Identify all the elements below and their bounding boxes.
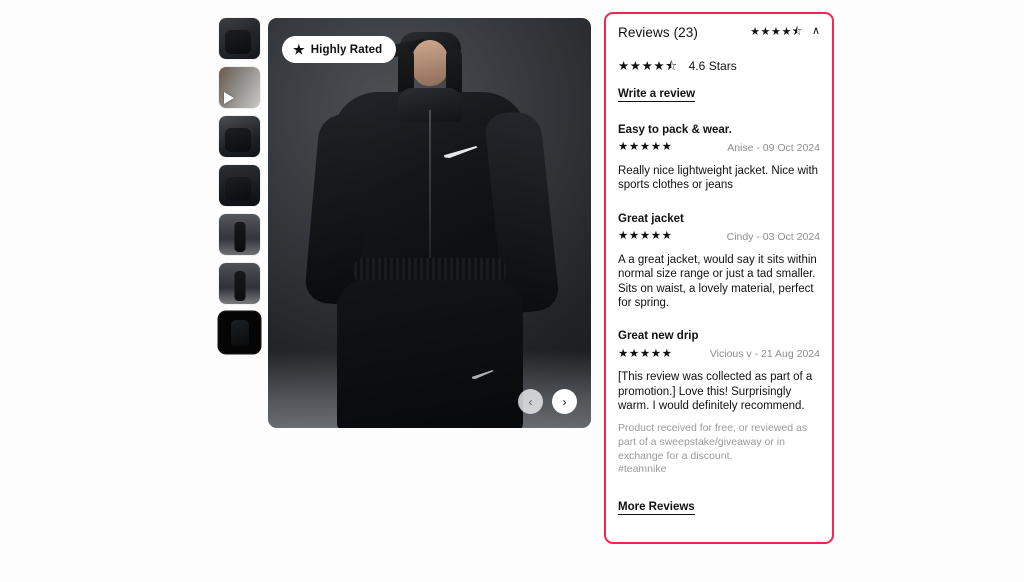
product-page: ★ Highly Rated ‹ › Reviews (23) ★★★★⯪ ∧ … <box>0 0 1024 582</box>
model-head <box>410 40 449 86</box>
review-item: Great new drip ★★★★★ Vicious v - 21 Aug … <box>618 330 820 477</box>
summary-stars: ★★★★⯪ <box>618 58 678 73</box>
jacket-zipper <box>428 110 431 280</box>
gallery-next-button[interactable]: › <box>552 389 577 414</box>
more-reviews-link[interactable]: More Reviews <box>618 501 695 515</box>
review-author-date: Cindy - 03 Oct 2024 <box>726 230 820 243</box>
thumbnail-7-selected[interactable] <box>219 312 260 353</box>
review-heading: Great jacket <box>618 212 684 225</box>
reviews-panel: Reviews (23) ★★★★⯪ ∧ ★★★★⯪ 4.6 Stars Wri… <box>604 12 834 544</box>
thumbnail-4[interactable] <box>219 165 260 206</box>
write-a-review-link[interactable]: Write a review <box>618 88 696 102</box>
star-icon: ★ <box>293 42 305 57</box>
thumbnail-strip <box>219 18 260 428</box>
review-meta: ★★★★★ Cindy - 03 Oct 2024 <box>618 230 820 243</box>
reviews-header[interactable]: Reviews (23) ★★★★⯪ ∧ <box>618 25 820 40</box>
reviews-title: Reviews (23) <box>618 25 698 40</box>
review-hashtag: #teamnike <box>618 463 667 476</box>
thumbnail-5[interactable] <box>219 214 260 255</box>
review-body: [This review was collected as part of a … <box>618 371 813 412</box>
gallery-nav: ‹ › <box>518 389 577 414</box>
thumbnail-4-art <box>224 176 251 201</box>
review-disclaimer: Product received for free, or reviewed a… <box>618 422 808 462</box>
thumbnail-1-art <box>224 29 251 54</box>
review-item: Easy to pack & wear. ★★★★★ Anise - 09 Oc… <box>618 124 820 193</box>
review-item: Great jacket ★★★★★ Cindy - 03 Oct 2024 A… <box>618 213 820 311</box>
thumbnail-6[interactable] <box>219 263 260 304</box>
thumbnail-1[interactable] <box>219 18 260 59</box>
product-gallery: ★ Highly Rated ‹ › <box>219 18 591 428</box>
review-meta: ★★★★★ Vicious v - 21 Aug 2024 <box>618 348 820 360</box>
reviews-header-right: ★★★★⯪ ∧ <box>750 26 820 38</box>
review-author-date: Anise - 09 Oct 2024 <box>727 142 820 154</box>
model-pants <box>336 280 523 428</box>
review-meta: ★★★★★ Anise - 09 Oct 2024 <box>618 142 820 154</box>
review-heading: Great new drip <box>618 330 699 343</box>
highly-rated-badge[interactable]: ★ Highly Rated <box>282 36 397 63</box>
thumbnail-3-art <box>224 127 251 152</box>
thumbnail-7-art <box>230 320 249 347</box>
thumbnail-5-art <box>234 221 245 252</box>
review-body: A a great jacket, would say it sits with… <box>618 253 817 309</box>
review-stars: ★★★★★ <box>618 230 673 242</box>
review-author-date: Vicious v - 21 Aug 2024 <box>709 348 820 361</box>
chevron-up-icon[interactable]: ∧ <box>812 26 820 37</box>
review-stars: ★★★★★ <box>618 141 673 154</box>
thumbnail-3[interactable] <box>219 116 260 157</box>
review-body: Really nice lightweight jacket. Nice wit… <box>618 165 819 192</box>
highly-rated-label: Highly Rated <box>310 43 383 56</box>
hero-image[interactable]: ★ Highly Rated ‹ › <box>268 18 591 428</box>
summary-rating-label: 4.6 Stars <box>688 59 737 73</box>
review-stars: ★★★★★ <box>618 347 673 360</box>
reviews-summary: ★★★★⯪ 4.6 Stars <box>618 59 820 73</box>
review-heading: Easy to pack & wear. <box>618 124 732 136</box>
play-icon <box>224 92 234 104</box>
thumbnail-6-art <box>234 270 245 301</box>
gallery-prev-button[interactable]: ‹ <box>518 389 543 414</box>
reviews-header-stars: ★★★★⯪ <box>750 26 803 38</box>
thumbnail-2-video[interactable] <box>219 67 260 108</box>
